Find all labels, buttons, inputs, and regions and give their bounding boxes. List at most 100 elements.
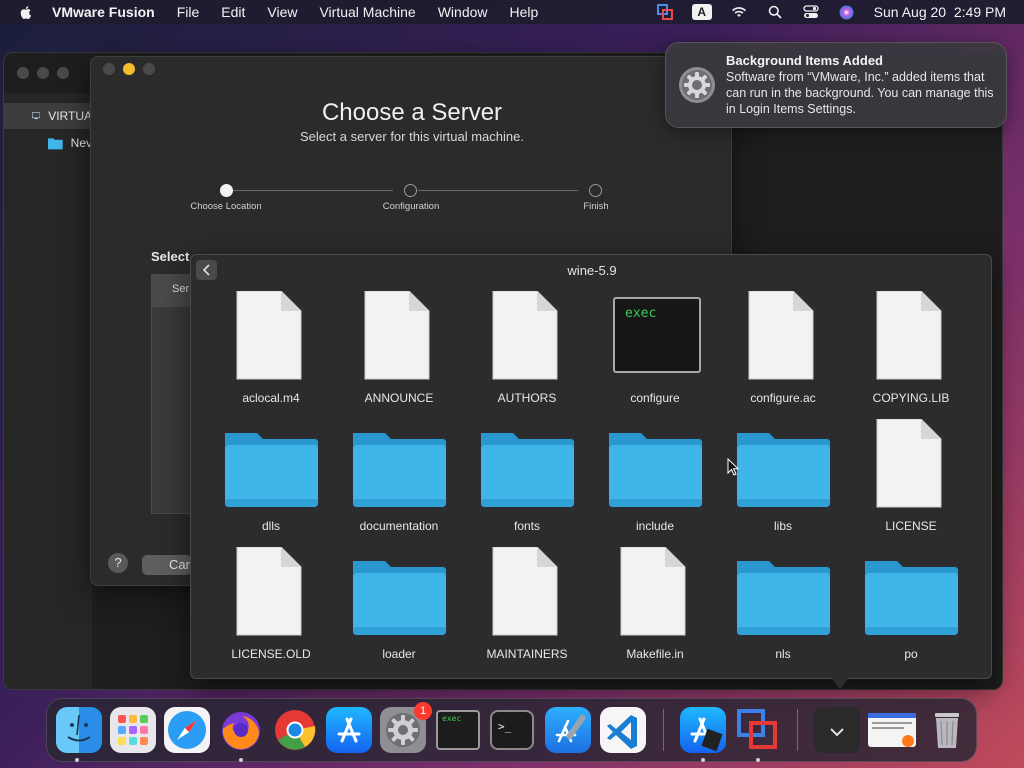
trash-icon[interactable] xyxy=(924,707,970,753)
firefox-icon[interactable] xyxy=(218,707,264,753)
document-icon xyxy=(364,291,430,380)
input-source-icon[interactable]: A xyxy=(691,4,712,20)
vmware-status-icon[interactable] xyxy=(656,4,674,20)
file-item[interactable]: LICENSE.OLD xyxy=(207,547,335,675)
apple-menu-icon[interactable] xyxy=(18,4,34,20)
file-item[interactable]: aclocal.m4 xyxy=(207,291,335,419)
sidebar-item-label: VIRTUA xyxy=(48,109,92,123)
step-connector xyxy=(233,190,393,191)
file-name-label: COPYING.LIB xyxy=(872,391,950,405)
menu-file[interactable]: File xyxy=(177,4,200,20)
file-name-label: LICENSE xyxy=(885,519,937,533)
document-icon xyxy=(620,547,686,636)
safari-icon[interactable] xyxy=(164,707,210,753)
menu-window[interactable]: Window xyxy=(438,4,488,20)
folder-icon xyxy=(353,561,446,635)
menu-edit[interactable]: Edit xyxy=(221,4,245,20)
file-item[interactable]: configure.ac xyxy=(719,291,847,419)
minimize-window-button[interactable] xyxy=(37,67,49,79)
folder-item[interactable]: libs xyxy=(719,419,847,547)
server-column-header[interactable]: Ser xyxy=(152,275,190,307)
recent-document-icon[interactable] xyxy=(868,713,916,747)
chrome-icon[interactable] xyxy=(272,707,318,753)
exec-label: exec xyxy=(442,714,462,723)
app-store-developer-icon[interactable] xyxy=(680,707,726,753)
unix-executable-icon: exec xyxy=(613,297,701,373)
file-name-label: MAINTAINERS xyxy=(486,647,568,661)
downloads-stack-icon[interactable] xyxy=(814,707,860,753)
file-name-label: po xyxy=(904,647,918,661)
file-name-label: Makefile.in xyxy=(626,647,684,661)
siri-icon[interactable] xyxy=(838,4,856,20)
menu-virtual-machine[interactable]: Virtual Machine xyxy=(319,4,415,20)
close-window-button[interactable] xyxy=(17,67,29,79)
file-item[interactable]: LICENSE xyxy=(847,419,975,547)
step-label-configuration: Configuration xyxy=(382,201,440,212)
dock-separator xyxy=(663,709,664,751)
zoom-dialog-button[interactable] xyxy=(143,63,155,75)
folder-item[interactable]: nls xyxy=(719,547,847,675)
notification-title: Background Items Added xyxy=(726,53,883,68)
cancel-button[interactable]: Can xyxy=(142,555,192,575)
folder-item[interactable]: dlls xyxy=(207,419,335,547)
vscode-icon[interactable] xyxy=(600,707,646,753)
sidebar-item-virtual-machines[interactable]: VIRTUA xyxy=(4,103,92,129)
finder-icon[interactable] xyxy=(56,707,102,753)
folder-item[interactable]: include xyxy=(591,419,719,547)
notification-body: Software from “VMware, Inc.” added items… xyxy=(726,70,994,116)
step-dot-configuration xyxy=(404,184,417,197)
dialog-title: Choose a Server xyxy=(321,99,503,126)
document-icon xyxy=(492,547,558,636)
spotlight-search-icon[interactable] xyxy=(766,4,784,20)
stack-title: wine-5.9 xyxy=(567,263,617,278)
minimize-dialog-button[interactable] xyxy=(123,63,135,75)
file-item[interactable]: exec configure xyxy=(591,291,719,419)
help-button[interactable]: ? xyxy=(108,553,128,573)
file-name-label: ANNOUNCE xyxy=(364,391,434,405)
vmware-fusion-icon[interactable] xyxy=(735,707,781,753)
file-name-label: include xyxy=(635,519,675,533)
file-name-label: AUTHORS xyxy=(497,391,557,405)
folder-icon xyxy=(865,561,958,635)
xcode-icon[interactable] xyxy=(545,707,591,753)
monitor-icon xyxy=(32,112,41,120)
sidebar-item-new-folder[interactable]: Nev xyxy=(4,130,92,156)
file-name-label: aclocal.m4 xyxy=(242,391,300,405)
folder-icon xyxy=(353,433,446,507)
stack-popover-arrow xyxy=(831,678,849,689)
server-list-table[interactable]: Ser xyxy=(151,274,191,514)
document-icon xyxy=(492,291,558,380)
menu-app-name[interactable]: VMware Fusion xyxy=(52,4,155,20)
wifi-icon[interactable] xyxy=(730,4,748,20)
file-name-label: configure xyxy=(630,391,680,405)
dock-separator xyxy=(797,709,798,751)
document-icon xyxy=(236,547,302,636)
control-center-icon[interactable] xyxy=(802,4,820,20)
folder-item[interactable]: loader xyxy=(335,547,463,675)
wine-folder-stack-popover: wine-5.9 aclocal.m4 ANNOUNCE AUTHORS exe… xyxy=(190,254,992,679)
document-icon xyxy=(876,419,942,508)
exec-label: exec xyxy=(625,306,656,321)
file-item[interactable]: Makefile.in xyxy=(591,547,719,675)
file-item[interactable]: MAINTAINERS xyxy=(463,547,591,675)
close-dialog-button[interactable] xyxy=(103,63,115,75)
menu-view[interactable]: View xyxy=(267,4,297,20)
file-item[interactable]: COPYING.LIB xyxy=(847,291,975,419)
app-store-icon[interactable] xyxy=(326,707,372,753)
running-indicator xyxy=(701,758,705,762)
launchpad-icon[interactable] xyxy=(110,707,156,753)
menu-help[interactable]: Help xyxy=(510,4,539,20)
terminal-icon[interactable]: >_ xyxy=(490,710,534,750)
background-items-notification[interactable]: Background Items Added Software from “VM… xyxy=(665,42,1007,128)
zoom-window-button[interactable] xyxy=(57,67,69,79)
folder-item[interactable]: po xyxy=(847,547,975,675)
file-item[interactable]: AUTHORS xyxy=(463,291,591,419)
folder-item[interactable]: documentation xyxy=(335,419,463,547)
folder-icon xyxy=(737,561,830,635)
file-item[interactable]: ANNOUNCE xyxy=(335,291,463,419)
folder-item[interactable]: fonts xyxy=(463,419,591,547)
exec-terminal-icon[interactable]: exec xyxy=(436,710,480,750)
running-indicator xyxy=(756,758,760,762)
step-dot-finish xyxy=(589,184,602,197)
menubar-clock[interactable]: Sun Aug 20 2:49 PM xyxy=(874,4,1006,20)
